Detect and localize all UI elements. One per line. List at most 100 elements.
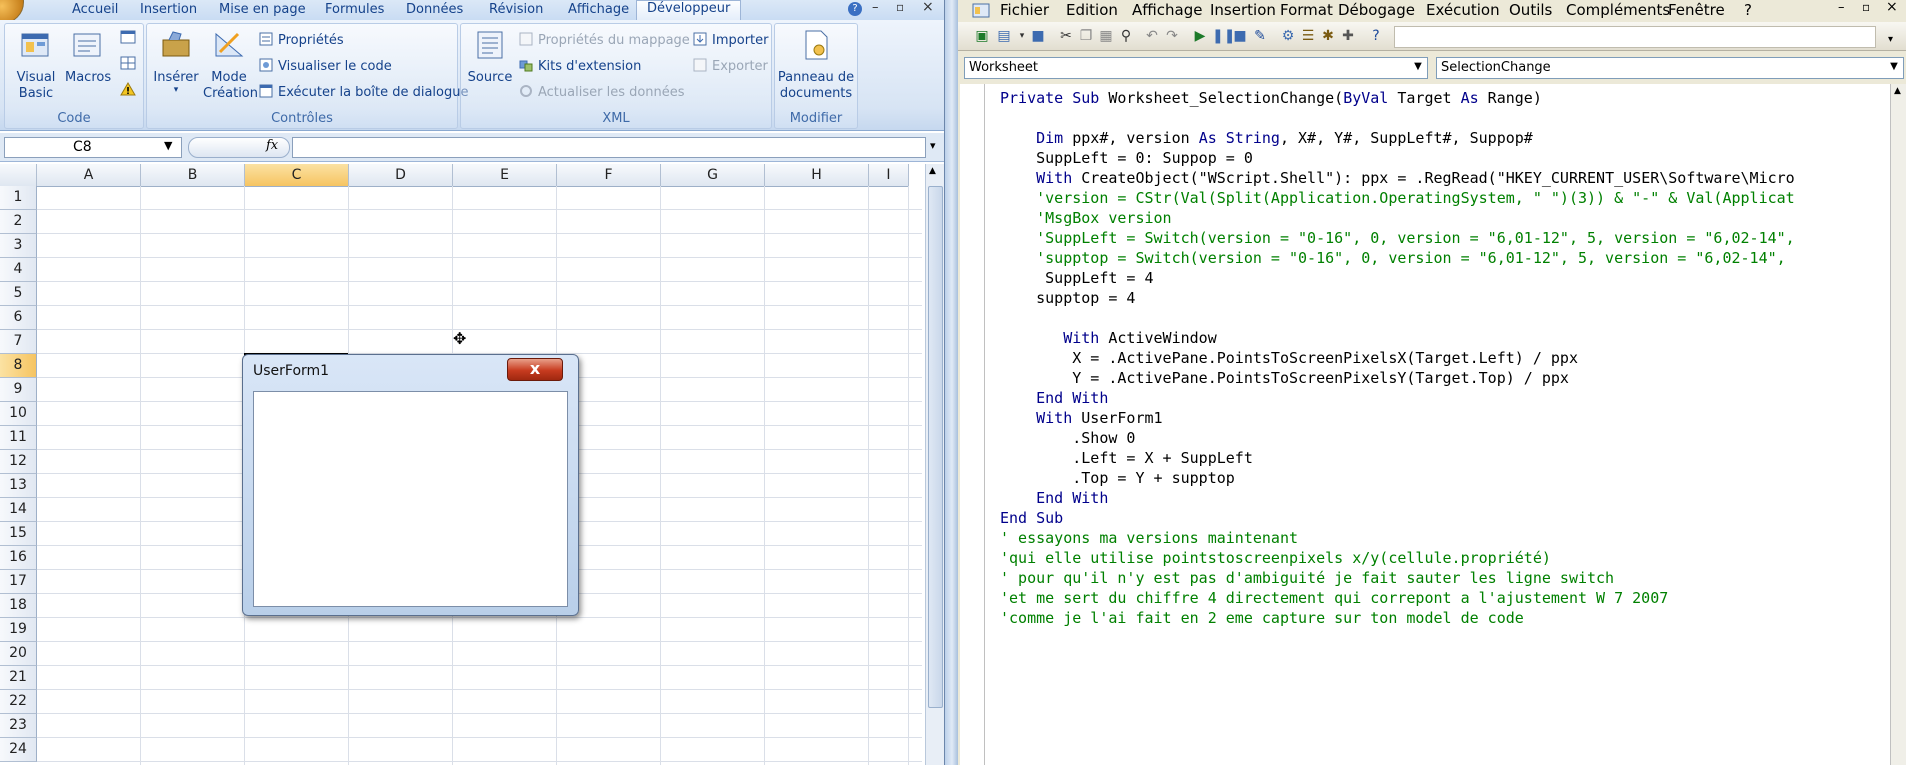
run-icon[interactable]: ▶ bbox=[1192, 28, 1208, 44]
menu-format[interactable]: Format bbox=[1280, 1, 1333, 19]
row-header[interactable]: 5 bbox=[0, 282, 37, 306]
break-icon[interactable]: ❚❚ bbox=[1212, 28, 1235, 44]
fx-icon[interactable]: fx bbox=[266, 138, 278, 153]
expand-formula-icon[interactable]: ▾ bbox=[930, 139, 936, 152]
cut-icon[interactable]: ✂ bbox=[1058, 28, 1074, 44]
column-header[interactable]: D bbox=[349, 164, 453, 187]
scroll-thumb[interactable] bbox=[928, 186, 943, 708]
menu-execution[interactable]: Exécution bbox=[1426, 1, 1500, 19]
vertical-scrollbar[interactable]: ▲ bbox=[925, 164, 944, 765]
menu-complements[interactable]: Compléments bbox=[1566, 1, 1670, 19]
row-header[interactable]: 7 bbox=[0, 330, 37, 354]
panneau-documents-button[interactable]: Panneau de documents bbox=[777, 28, 855, 102]
properties-window-icon[interactable]: ☰ bbox=[1300, 28, 1316, 44]
design-mode-icon[interactable]: ✎ bbox=[1252, 28, 1268, 44]
vbe-close-icon[interactable]: × bbox=[1886, 0, 1898, 15]
source-button[interactable]: Source bbox=[467, 28, 513, 86]
code-line[interactable]: .Top = Y + supptop bbox=[1000, 468, 1235, 488]
column-header[interactable]: B bbox=[141, 164, 245, 187]
row-header[interactable]: 14 bbox=[0, 498, 37, 522]
userform-close-button[interactable]: x bbox=[507, 358, 563, 381]
redo-icon[interactable]: ↷ bbox=[1164, 28, 1180, 44]
code-line[interactable]: With CreateObject("WScript.Shell"): ppx … bbox=[1000, 168, 1795, 188]
insert-userform-icon[interactable]: ▤ bbox=[996, 28, 1012, 44]
name-box-dropdown-icon[interactable]: ▼ bbox=[164, 139, 172, 152]
kits-extension-button[interactable]: Kits d'extension bbox=[519, 58, 641, 76]
menu-fichier[interactable]: Fichier bbox=[1000, 1, 1049, 19]
relative-references-icon[interactable] bbox=[120, 56, 136, 70]
code-margin-indicator-bar[interactable] bbox=[960, 84, 985, 765]
code-line[interactable]: SuppLeft = 0: Suppop = 0 bbox=[1000, 148, 1253, 168]
macros-button[interactable]: Macros bbox=[65, 28, 111, 86]
executer-dialogue-button[interactable]: Exécuter la boîte de dialogue bbox=[259, 84, 469, 102]
code-line[interactable]: End Sub bbox=[1000, 508, 1063, 528]
code-line[interactable]: Private Sub Worksheet_SelectionChange(By… bbox=[1000, 88, 1542, 108]
row-header[interactable]: 17 bbox=[0, 570, 37, 594]
code-line[interactable]: 'version = CStr(Val(Split(Application.Op… bbox=[1000, 188, 1795, 208]
tab-accueil[interactable]: Accueil bbox=[72, 2, 118, 20]
menu-outils[interactable]: Outils bbox=[1509, 1, 1552, 19]
code-line[interactable]: supptop = 4 bbox=[1000, 288, 1135, 308]
row-header[interactable]: 23 bbox=[0, 714, 37, 738]
find-icon[interactable]: ⚲ bbox=[1118, 28, 1134, 44]
row-header[interactable]: 13 bbox=[0, 474, 37, 498]
menu-fenetre[interactable]: Fenêtre bbox=[1668, 1, 1725, 19]
row-header[interactable]: 19 bbox=[0, 618, 37, 642]
userform-window[interactable]: UserForm1 x bbox=[242, 354, 579, 616]
tab-mise-en-page[interactable]: Mise en page bbox=[219, 2, 306, 20]
visual-basic-button[interactable]: Visual Basic bbox=[11, 28, 61, 102]
vbe-restore-icon[interactable]: ▫ bbox=[1862, 0, 1870, 14]
menu-help[interactable]: ? bbox=[1744, 1, 1752, 19]
column-header[interactable]: C bbox=[245, 164, 349, 187]
code-line[interactable]: 'SuppLeft = Switch(version = "0-16", 0, … bbox=[1000, 228, 1795, 248]
proprietes-mappage-button[interactable]: Propriétés du mappage bbox=[519, 32, 690, 50]
reset-icon[interactable]: ■ bbox=[1232, 28, 1248, 44]
row-header[interactable]: 18 bbox=[0, 594, 37, 618]
close-workbook-icon[interactable]: × bbox=[922, 0, 934, 15]
row-header[interactable]: 12 bbox=[0, 450, 37, 474]
vbe-minimize-icon[interactable]: – bbox=[1838, 0, 1845, 15]
copy-icon[interactable]: ❐ bbox=[1078, 28, 1094, 44]
help-icon[interactable]: ? bbox=[848, 2, 862, 16]
code-line[interactable]: 'MsgBox version bbox=[1000, 208, 1171, 228]
exporter-button[interactable]: Exporter bbox=[693, 58, 768, 76]
object-combo[interactable]: Worksheet ▼ bbox=[964, 57, 1428, 79]
scroll-up-icon[interactable]: ▲ bbox=[929, 166, 936, 176]
restore-icon[interactable]: ▫ bbox=[896, 0, 904, 14]
record-macro-icon[interactable] bbox=[120, 30, 136, 44]
macro-security-warning-icon[interactable] bbox=[120, 82, 136, 96]
help-icon[interactable]: ? bbox=[1368, 28, 1384, 44]
row-header[interactable]: 8 bbox=[0, 354, 37, 378]
tab-affichage[interactable]: Affichage bbox=[568, 2, 629, 20]
row-header[interactable]: 9 bbox=[0, 378, 37, 402]
code-line[interactable]: Y = .ActivePane.PointsToScreenPixelsY(Ta… bbox=[1000, 368, 1569, 388]
proprietes-button[interactable]: Propriétés bbox=[259, 32, 344, 50]
code-vertical-scrollbar[interactable]: ▲ bbox=[1890, 84, 1906, 765]
tab-developpeur[interactable]: Développeur bbox=[636, 0, 742, 21]
menu-insertion[interactable]: Insertion bbox=[1210, 1, 1276, 19]
menu-debogage[interactable]: Débogage bbox=[1338, 1, 1415, 19]
name-box[interactable]: C8 bbox=[4, 137, 182, 158]
code-line[interactable]: End With bbox=[1000, 488, 1108, 508]
row-header[interactable]: 3 bbox=[0, 234, 37, 258]
menu-affichage[interactable]: Affichage bbox=[1132, 1, 1202, 19]
row-header[interactable]: 1 bbox=[0, 186, 37, 210]
column-header[interactable]: E bbox=[453, 164, 557, 187]
code-line[interactable]: SuppLeft = 4 bbox=[1000, 268, 1153, 288]
object-browser-icon[interactable]: ✱ bbox=[1320, 28, 1336, 44]
paste-icon[interactable]: ▦ bbox=[1098, 28, 1114, 44]
column-header[interactable]: G bbox=[661, 164, 765, 187]
undo-icon[interactable]: ↶ bbox=[1144, 28, 1160, 44]
row-header[interactable]: 4 bbox=[0, 258, 37, 282]
toolbox-icon[interactable]: ✚ bbox=[1340, 28, 1356, 44]
select-all-corner[interactable] bbox=[0, 164, 37, 187]
actualiser-donnees-button[interactable]: Actualiser les données bbox=[519, 84, 685, 102]
code-line[interactable]: 'supptop = Switch(version = "0-16", 0, v… bbox=[1000, 248, 1786, 268]
procedure-combo[interactable]: SelectionChange ▼ bbox=[1436, 57, 1904, 79]
code-line[interactable]: .Show 0 bbox=[1000, 428, 1135, 448]
code-line[interactable]: X = .ActivePane.PointsToScreenPixelsX(Ta… bbox=[1000, 348, 1578, 368]
toolbar-options-icon[interactable]: ▾ bbox=[1888, 34, 1893, 45]
code-line[interactable]: Dim ppx#, version As String, X#, Y#, Sup… bbox=[1000, 128, 1533, 148]
column-header[interactable]: A bbox=[37, 164, 141, 187]
mode-creation-button[interactable]: Mode Création bbox=[203, 28, 258, 102]
